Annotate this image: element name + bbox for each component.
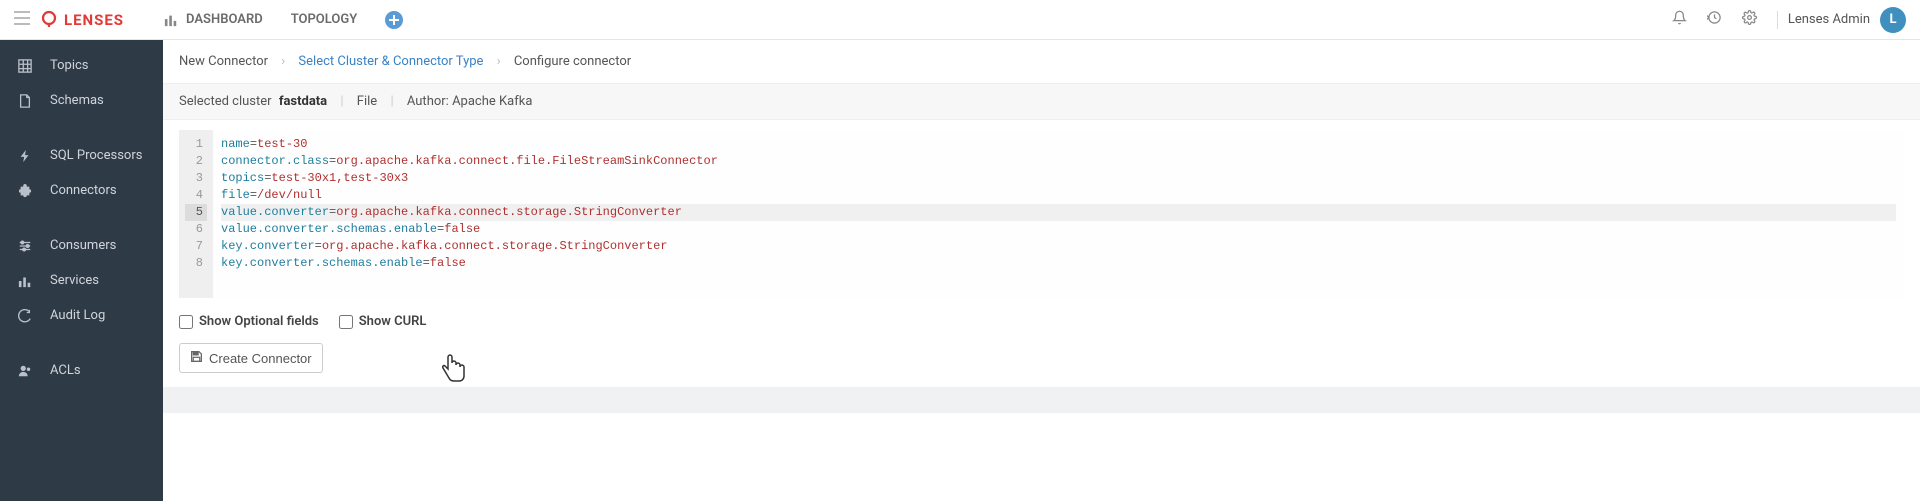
code-editor[interactable]: 12345678 name=test-30connector.class=org… bbox=[179, 130, 1904, 298]
code-line[interactable]: key.converter=org.apache.kafka.connect.s… bbox=[221, 238, 1896, 255]
sidebar-item-sql[interactable]: SQL Processors bbox=[0, 138, 163, 173]
show-curl-toggle[interactable]: Show CURL bbox=[339, 314, 427, 329]
line-number: 2 bbox=[185, 153, 207, 170]
code-line[interactable]: connector.class=org.apache.kafka.connect… bbox=[221, 153, 1896, 170]
action-row: Create Connector bbox=[163, 339, 1920, 387]
code-line[interactable]: topics=test-30x1,test-30x3 bbox=[221, 170, 1896, 187]
sidebar-item-label: SQL Processors bbox=[50, 148, 142, 163]
metabar: Selected cluster fastdata | File | Autho… bbox=[163, 84, 1920, 120]
sidebar-item-label: Schemas bbox=[50, 93, 104, 108]
code-line[interactable]: value.converter=org.apache.kafka.connect… bbox=[221, 204, 1896, 221]
divider: | bbox=[340, 94, 343, 109]
connector-type: File bbox=[357, 94, 377, 109]
sidebar-item-auditlog[interactable]: Audit Log bbox=[0, 298, 163, 333]
show-optional-toggle[interactable]: Show Optional fields bbox=[179, 314, 319, 329]
topbar: LENSES DASHBOARD TOPOLOGY Lenses Admin L bbox=[0, 0, 1920, 40]
author-label: Author: bbox=[407, 94, 449, 109]
main: New Connector › Select Cluster & Connect… bbox=[163, 40, 1920, 501]
line-number: 7 bbox=[185, 238, 207, 255]
grid-icon bbox=[16, 59, 34, 73]
logo-icon bbox=[40, 9, 64, 31]
sidebar-item-label: Consumers bbox=[50, 238, 116, 253]
bolt-icon bbox=[16, 149, 34, 163]
history-icon[interactable] bbox=[1707, 10, 1722, 29]
sidebar-item-connectors[interactable]: Connectors bbox=[0, 173, 163, 208]
nav-topology-label: TOPOLOGY bbox=[291, 12, 358, 27]
cursor-hand-icon bbox=[438, 353, 468, 391]
line-number: 8 bbox=[185, 255, 207, 272]
refresh-icon bbox=[16, 309, 34, 323]
show-curl-checkbox[interactable] bbox=[339, 315, 353, 329]
show-curl-label: Show CURL bbox=[359, 314, 427, 329]
sidebar-item-label: Topics bbox=[50, 58, 89, 73]
divider bbox=[1777, 11, 1778, 29]
selected-cluster-value: fastdata bbox=[279, 94, 327, 109]
sidebar: Topics Schemas SQL Processors Connectors… bbox=[0, 40, 163, 501]
create-connector-label: Create Connector bbox=[209, 351, 312, 366]
user-name[interactable]: Lenses Admin bbox=[1788, 12, 1870, 27]
bell-icon[interactable] bbox=[1672, 10, 1687, 29]
show-optional-checkbox[interactable] bbox=[179, 315, 193, 329]
puzzle-icon bbox=[16, 184, 34, 198]
line-number: 6 bbox=[185, 221, 207, 238]
nav-topology[interactable]: TOPOLOGY bbox=[291, 12, 358, 27]
avatar[interactable]: L bbox=[1880, 7, 1906, 33]
save-icon bbox=[190, 350, 203, 366]
sidebar-item-label: Services bbox=[50, 273, 99, 288]
users-icon bbox=[16, 364, 34, 378]
author-value: Apache Kafka bbox=[452, 94, 532, 109]
chart-icon bbox=[16, 274, 34, 288]
crumb-new-connector[interactable]: New Connector bbox=[179, 54, 268, 69]
sidebar-item-topics[interactable]: Topics bbox=[0, 48, 163, 83]
sidebar-item-schemas[interactable]: Schemas bbox=[0, 83, 163, 118]
editor-region: 12345678 name=test-30connector.class=org… bbox=[163, 120, 1920, 306]
code-line[interactable]: name=test-30 bbox=[221, 136, 1896, 153]
divider: | bbox=[390, 94, 393, 109]
sidebar-item-acls[interactable]: ACLs bbox=[0, 353, 163, 388]
crumb-select-cluster[interactable]: Select Cluster & Connector Type bbox=[298, 54, 483, 69]
menu-icon[interactable] bbox=[14, 9, 30, 30]
create-connector-button[interactable]: Create Connector bbox=[179, 343, 323, 373]
line-gutter: 12345678 bbox=[179, 130, 213, 298]
line-number: 3 bbox=[185, 170, 207, 187]
code-line[interactable]: key.converter.schemas.enable=false bbox=[221, 255, 1896, 272]
chevron-right-icon: › bbox=[281, 54, 285, 69]
sliders-icon bbox=[16, 239, 34, 253]
line-number: 5 bbox=[185, 204, 207, 221]
document-icon bbox=[16, 94, 34, 108]
editor-controls: Show Optional fields Show CURL bbox=[163, 306, 1920, 339]
sidebar-item-label: ACLs bbox=[50, 363, 81, 378]
code-area[interactable]: name=test-30connector.class=org.apache.k… bbox=[213, 130, 1904, 298]
sidebar-item-label: Connectors bbox=[50, 183, 117, 198]
crumb-configure: Configure connector bbox=[514, 54, 631, 69]
code-line[interactable]: value.converter.schemas.enable=false bbox=[221, 221, 1896, 238]
sidebar-item-consumers[interactable]: Consumers bbox=[0, 228, 163, 263]
line-number: 1 bbox=[185, 136, 207, 153]
sidebar-item-services[interactable]: Services bbox=[0, 263, 163, 298]
sidebar-item-label: Audit Log bbox=[50, 308, 105, 323]
logo-text[interactable]: LENSES bbox=[64, 11, 124, 29]
nav-dashboard[interactable]: DASHBOARD bbox=[164, 12, 263, 27]
add-icon[interactable] bbox=[385, 11, 403, 29]
selected-cluster-label: Selected cluster bbox=[179, 94, 272, 109]
breadcrumb: New Connector › Select Cluster & Connect… bbox=[163, 40, 1920, 84]
footer-strip bbox=[163, 387, 1920, 413]
show-optional-label: Show Optional fields bbox=[199, 314, 319, 329]
gear-icon[interactable] bbox=[1742, 10, 1757, 29]
line-number: 4 bbox=[185, 187, 207, 204]
chevron-right-icon: › bbox=[497, 54, 501, 69]
nav-dashboard-label: DASHBOARD bbox=[186, 12, 263, 27]
code-line[interactable]: file=/dev/null bbox=[221, 187, 1896, 204]
